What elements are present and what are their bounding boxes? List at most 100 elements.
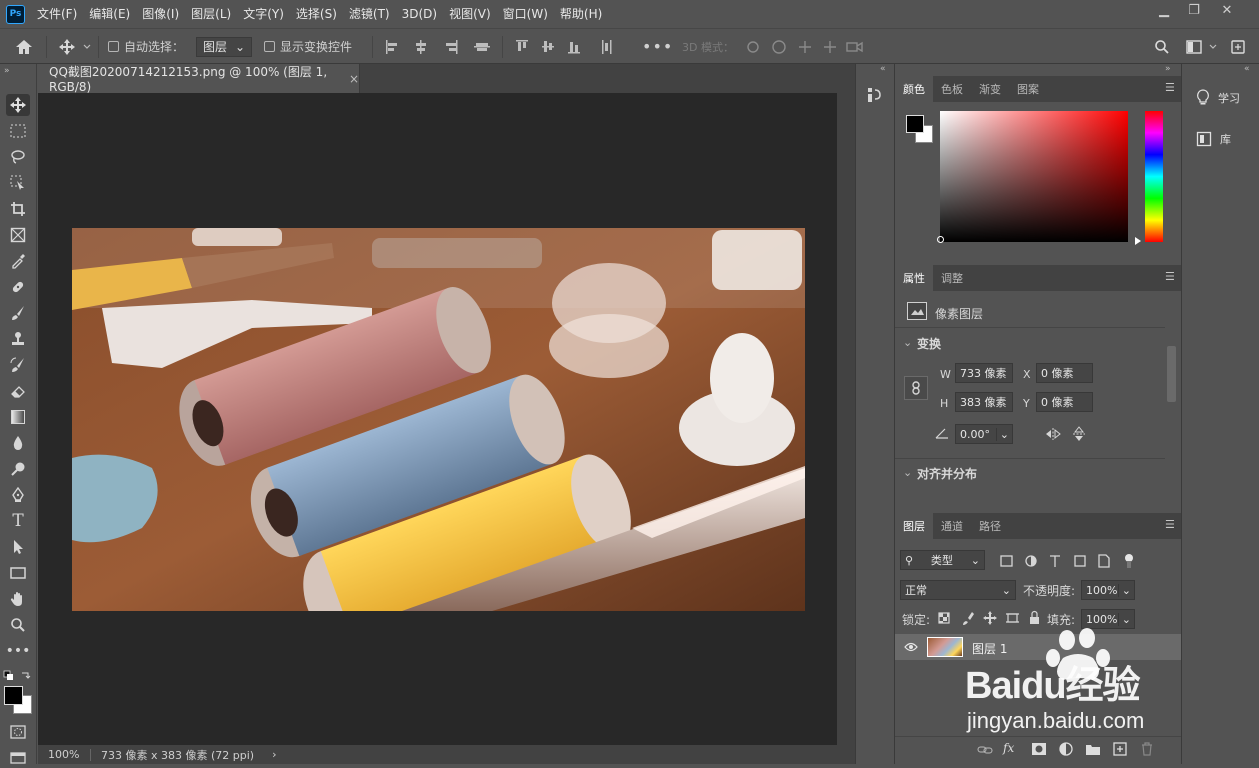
- scrollbar-thumb[interactable]: [1167, 346, 1176, 402]
- eyedropper-tool-icon[interactable]: [6, 250, 30, 272]
- menu-help[interactable]: 帮助(H): [554, 0, 608, 28]
- document-image[interactable]: [72, 228, 805, 611]
- menu-view[interactable]: 视图(V): [443, 0, 497, 28]
- chevron-down-icon[interactable]: ⌄: [995, 427, 1009, 441]
- link-dimensions-button[interactable]: [904, 376, 928, 400]
- tab-paths[interactable]: 路径: [971, 513, 1009, 539]
- menu-file[interactable]: 文件(F): [31, 0, 83, 28]
- foreground-color-swatch[interactable]: [4, 686, 23, 705]
- menu-filter[interactable]: 滤镜(T): [343, 0, 396, 28]
- learn-panel-button[interactable]: 学习: [1186, 82, 1256, 114]
- foreground-color-swatch[interactable]: [906, 115, 924, 133]
- fx-icon[interactable]: fx: [1003, 741, 1014, 755]
- marquee-tool-icon[interactable]: [6, 120, 30, 142]
- more-options-icon[interactable]: •••: [642, 29, 673, 64]
- tab-swatches[interactable]: 色板: [933, 76, 971, 102]
- tab-properties[interactable]: 属性: [895, 265, 933, 291]
- y-field[interactable]: 0 像素: [1036, 392, 1093, 412]
- adjustment-layer-icon[interactable]: [1059, 742, 1073, 759]
- checkbox-box[interactable]: [108, 41, 119, 52]
- default-colors-icon[interactable]: [3, 670, 33, 682]
- chevron-down-icon[interactable]: ⌄: [903, 466, 912, 479]
- workspace-icon[interactable]: [1186, 29, 1220, 64]
- hue-slider[interactable]: [1145, 111, 1163, 242]
- add-mask-icon[interactable]: [1031, 742, 1047, 759]
- eye-icon[interactable]: [904, 641, 918, 655]
- folder-icon[interactable]: [1085, 742, 1101, 759]
- menu-type[interactable]: 文字(Y): [237, 0, 290, 28]
- collapse-arrows-icon[interactable]: »: [4, 66, 10, 76]
- menu-image[interactable]: 图像(I): [136, 0, 185, 28]
- opacity-field[interactable]: 100% ⌄: [1081, 580, 1135, 600]
- auto-select-checkbox[interactable]: 自动选择：: [108, 29, 184, 64]
- restore-button[interactable]: ❐: [1180, 0, 1208, 20]
- chevron-down-icon[interactable]: ⌄: [1117, 583, 1131, 597]
- height-field[interactable]: 383 像素: [955, 392, 1013, 412]
- x-field[interactable]: 0 像素: [1036, 363, 1093, 383]
- tab-patterns[interactable]: 图案: [1009, 76, 1047, 102]
- flip-horizontal-icon[interactable]: [1045, 427, 1061, 444]
- menu-window[interactable]: 窗口(W): [497, 0, 554, 28]
- color-picker-field[interactable]: [937, 111, 1128, 243]
- history-brush-tool-icon[interactable]: [6, 354, 30, 376]
- menu-3d[interactable]: 3D(D): [396, 0, 443, 28]
- auto-select-dropdown[interactable]: 图层 ⌄: [196, 29, 253, 64]
- show-transform-checkbox[interactable]: 显示变换控件: [264, 29, 352, 64]
- zoom-tool-icon[interactable]: [6, 614, 30, 636]
- screen-mode-icon[interactable]: [6, 746, 30, 768]
- expand-arrows-icon[interactable]: «: [1244, 64, 1250, 74]
- angle-field[interactable]: 0.00° ⌄: [955, 424, 1013, 444]
- blend-mode-dropdown[interactable]: 正常 ⌄: [900, 580, 1016, 600]
- rectangle-tool-icon[interactable]: [6, 562, 30, 584]
- close-window-button[interactable]: ✕: [1213, 0, 1241, 20]
- menu-edit[interactable]: 编辑(E): [83, 0, 136, 28]
- crop-tool-icon[interactable]: [6, 198, 30, 220]
- pen-tool-icon[interactable]: [6, 484, 30, 506]
- panel-menu-icon[interactable]: ☰: [1165, 519, 1175, 530]
- new-layer-icon[interactable]: [1113, 742, 1127, 759]
- brush-tool-icon[interactable]: [6, 302, 30, 324]
- layer-thumbnail[interactable]: [927, 637, 963, 657]
- menu-layer[interactable]: 图层(L): [185, 0, 237, 28]
- width-field[interactable]: 733 像素: [955, 363, 1013, 383]
- hand-tool-icon[interactable]: [6, 588, 30, 610]
- panel-menu-icon[interactable]: ☰: [1165, 82, 1175, 93]
- document-tab[interactable]: QQ截图20200714212153.png @ 100% (图层 1, RGB…: [38, 64, 360, 94]
- tab-channels[interactable]: 通道: [933, 513, 971, 539]
- checkbox-box[interactable]: [264, 41, 275, 52]
- move-tool-icon[interactable]: [6, 94, 30, 116]
- edit-toolbar-icon[interactable]: •••: [6, 640, 31, 662]
- blur-tool-icon[interactable]: [6, 432, 30, 454]
- lasso-tool-icon[interactable]: [6, 146, 30, 168]
- flip-vertical-icon[interactable]: [1072, 426, 1086, 445]
- color-picker-cursor[interactable]: [937, 236, 944, 243]
- fill-field[interactable]: 100% ⌄: [1081, 609, 1135, 629]
- tab-gradients[interactable]: 渐变: [971, 76, 1009, 102]
- chevron-down-icon[interactable]: ⌄: [903, 336, 912, 349]
- library-panel-button[interactable]: 库: [1186, 123, 1256, 155]
- search-icon[interactable]: [1154, 29, 1170, 64]
- color-swatches[interactable]: [4, 686, 34, 716]
- properties-scrollbar[interactable]: [1165, 334, 1179, 486]
- trash-icon[interactable]: [1140, 742, 1154, 759]
- object-selection-tool-icon[interactable]: [6, 172, 30, 194]
- link-layers-icon[interactable]: [977, 742, 993, 761]
- collapse-panels-icon[interactable]: »: [1165, 64, 1171, 74]
- align-distribute-title[interactable]: 对齐并分布: [917, 465, 977, 482]
- tab-adjustments[interactable]: 调整: [933, 265, 971, 291]
- healing-brush-tool-icon[interactable]: [6, 276, 30, 298]
- layer-filter-dropdown[interactable]: ⚲ 类型 ⌄: [900, 550, 985, 570]
- close-tab-icon[interactable]: ×: [349, 72, 359, 86]
- tab-layers[interactable]: 图层: [895, 513, 933, 539]
- hue-slider-handle[interactable]: [1135, 237, 1141, 245]
- zoom-level[interactable]: 100%: [38, 748, 90, 761]
- home-icon[interactable]: [14, 29, 34, 64]
- path-selection-tool-icon[interactable]: [6, 536, 30, 558]
- panel-menu-icon[interactable]: ☰: [1165, 271, 1175, 282]
- gradient-tool-icon[interactable]: [6, 406, 30, 428]
- canvas-area[interactable]: [38, 93, 837, 745]
- properties-panel-icon[interactable]: [866, 86, 884, 107]
- clone-stamp-tool-icon[interactable]: [6, 328, 30, 350]
- minimize-button[interactable]: ▁: [1150, 0, 1178, 20]
- tab-color[interactable]: 颜色: [895, 76, 933, 102]
